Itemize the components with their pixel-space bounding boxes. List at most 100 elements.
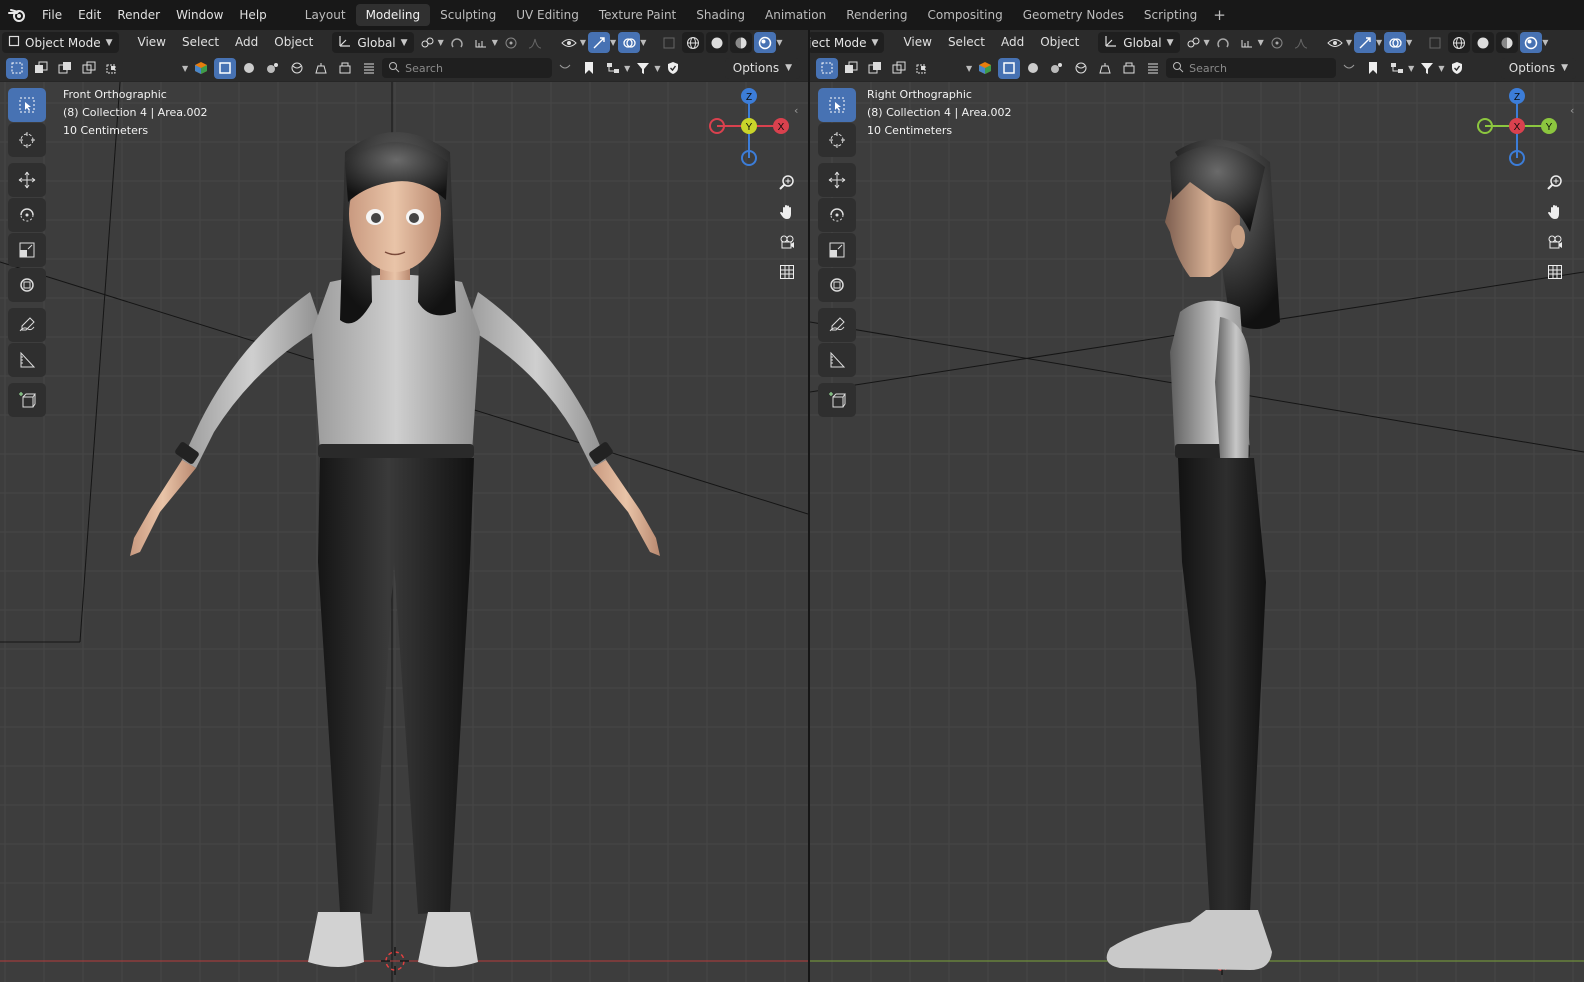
menu-file[interactable]: File [34, 4, 70, 26]
pivot-point-icon[interactable] [416, 32, 438, 53]
overlays-toggle-icon[interactable] [1384, 32, 1407, 53]
filter-world-icon[interactable] [286, 58, 308, 79]
filter-world-icon[interactable] [1070, 58, 1092, 79]
tab-animation[interactable]: Animation [755, 4, 836, 26]
select-intersect-icon[interactable] [912, 58, 934, 79]
measure-icon[interactable] [8, 343, 46, 377]
bookmark-icon[interactable] [578, 58, 600, 79]
character-front-view[interactable] [0, 82, 808, 982]
header-menu-add[interactable]: Add [228, 32, 265, 53]
scale-icon[interactable] [818, 233, 856, 267]
tab-rendering[interactable]: Rendering [836, 4, 917, 26]
header-menu-view[interactable]: View [896, 32, 938, 53]
hierarchy-icon[interactable] [602, 58, 624, 79]
tab-uv-editing[interactable]: UV Editing [506, 4, 589, 26]
tab-geometry-nodes[interactable]: Geometry Nodes [1013, 4, 1134, 26]
pivot-point-icon[interactable] [1182, 32, 1204, 53]
shading-solid-icon[interactable] [1472, 32, 1495, 53]
filter-texture-icon[interactable] [358, 58, 380, 79]
transform-icon[interactable] [818, 268, 856, 302]
transform-icon[interactable] [8, 268, 46, 302]
xray-toggle-icon[interactable] [1424, 32, 1446, 53]
menu-edit[interactable]: Edit [70, 4, 109, 26]
sidebar-collapse-icon[interactable]: ‹ [1570, 104, 1574, 117]
proportional-edit-icon[interactable] [1266, 32, 1288, 53]
sidebar-collapse-icon[interactable]: ‹ [794, 104, 798, 117]
tab-texture-paint[interactable]: Texture Paint [589, 4, 686, 26]
pan-hand-icon[interactable] [775, 200, 799, 224]
pan-hand-icon[interactable] [1543, 200, 1567, 224]
header-menu-select[interactable]: Select [941, 32, 992, 53]
snap-increment-icon[interactable] [470, 32, 492, 53]
select-box-icon[interactable] [818, 88, 856, 122]
gizmo-toggle-icon[interactable] [588, 32, 611, 53]
shading-rendered-icon[interactable] [1520, 32, 1543, 53]
visibility-eye-icon[interactable] [558, 32, 580, 53]
menu-render[interactable]: Render [109, 4, 168, 26]
overlays-toggle-icon[interactable] [618, 32, 641, 53]
funnel-filter-icon[interactable] [632, 58, 654, 79]
select-new-icon[interactable] [6, 57, 28, 79]
shield-check-icon[interactable] [1446, 58, 1468, 79]
object-mode-dropdown[interactable]: ject Mode ▼ [810, 32, 885, 53]
proportional-edit-icon[interactable] [500, 32, 522, 53]
filter-mesh-icon[interactable] [1022, 58, 1044, 79]
xray-toggle-icon[interactable] [658, 32, 680, 53]
outliner-search-input[interactable]: Search [382, 58, 553, 78]
shading-rendered-icon[interactable] [754, 32, 777, 53]
gizmo-toggle-icon[interactable] [1353, 32, 1376, 53]
select-extend-icon[interactable] [30, 58, 52, 79]
move-icon[interactable] [8, 163, 46, 197]
measure-icon[interactable] [818, 343, 856, 377]
tab-layout[interactable]: Layout [295, 4, 356, 26]
filter-texture-icon[interactable] [1142, 58, 1164, 79]
falloff-icon[interactable] [524, 32, 546, 53]
snap-icon[interactable] [1212, 32, 1234, 53]
select-new-icon[interactable] [816, 57, 838, 79]
header-menu-object[interactable]: Object [1033, 32, 1086, 53]
filter-dropdown-icon[interactable] [1338, 58, 1360, 79]
navigation-gizmo[interactable]: Z X Y [709, 86, 789, 166]
snap-icon[interactable] [446, 32, 468, 53]
viewport-3d-left[interactable]: Front Orthographic (8) Collection 4 | Ar… [0, 82, 808, 982]
header-menu-select[interactable]: Select [175, 32, 226, 53]
annotate-icon[interactable] [818, 308, 856, 342]
shading-wireframe-icon[interactable] [1448, 32, 1471, 53]
filter-collection-icon[interactable] [334, 58, 356, 79]
shield-check-icon[interactable] [662, 58, 684, 79]
camera-icon[interactable] [775, 230, 799, 254]
character-side-view[interactable] [810, 82, 1584, 982]
tab-shading[interactable]: Shading [686, 4, 755, 26]
hierarchy-icon[interactable] [1386, 58, 1408, 79]
select-subtract-icon[interactable] [54, 58, 76, 79]
cursor-icon[interactable] [818, 123, 856, 157]
orientation-dropdown[interactable]: Global ▼ [1098, 32, 1180, 53]
add-workspace-button[interactable]: + [1207, 6, 1232, 24]
filter-collection-icon[interactable] [1118, 58, 1140, 79]
header-menu-object[interactable]: Object [267, 32, 320, 53]
shading-material-icon[interactable] [1496, 32, 1519, 53]
object-color-cube-icon[interactable] [190, 58, 212, 79]
options-dropdown[interactable]: Options ▼ [1500, 57, 1576, 79]
select-extend-icon[interactable] [840, 58, 862, 79]
bookmark-icon[interactable] [1362, 58, 1384, 79]
filter-dropdown-icon[interactable] [554, 58, 576, 79]
outliner-search-input[interactable]: Search [1166, 58, 1337, 78]
filter-object-icon[interactable] [214, 57, 237, 79]
grid-perspective-icon[interactable] [775, 260, 799, 284]
cursor-icon[interactable] [8, 123, 46, 157]
funnel-filter-icon[interactable] [1416, 58, 1438, 79]
select-box-icon[interactable] [8, 88, 46, 122]
rotate-icon[interactable] [818, 198, 856, 232]
select-invert-icon[interactable] [78, 58, 100, 79]
filter-light-icon[interactable] [262, 58, 284, 79]
object-mode-dropdown[interactable]: Object Mode ▼ [2, 32, 119, 53]
annotate-icon[interactable] [8, 308, 46, 342]
snap-increment-icon[interactable] [1236, 32, 1258, 53]
zoom-icon[interactable] [775, 170, 799, 194]
navigation-gizmo[interactable]: Z Y X [1477, 86, 1557, 166]
tab-compositing[interactable]: Compositing [917, 4, 1012, 26]
select-subtract-icon[interactable] [864, 58, 886, 79]
orientation-dropdown[interactable]: Global ▼ [332, 32, 414, 53]
rotate-icon[interactable] [8, 198, 46, 232]
